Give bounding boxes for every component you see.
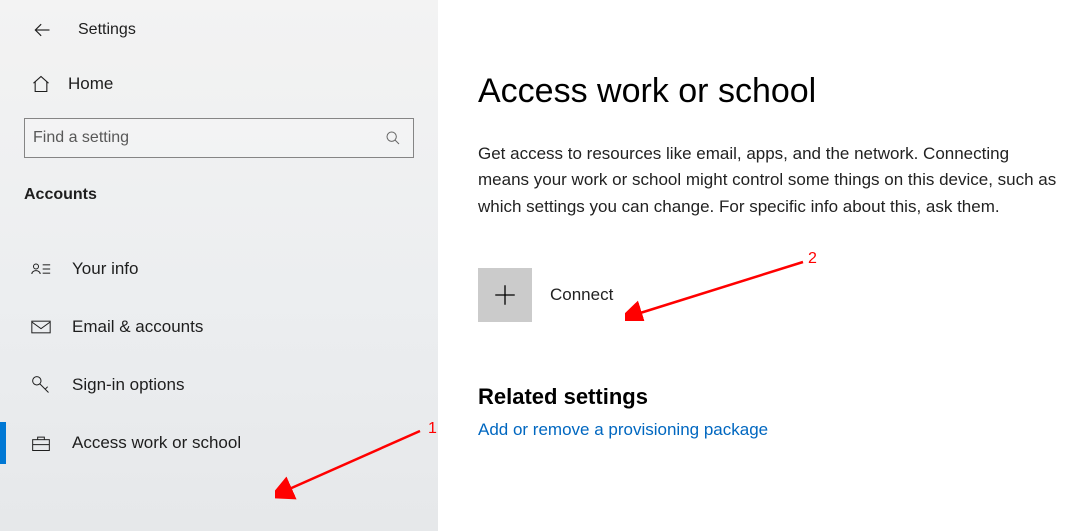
connect-block: Connect <box>478 268 1080 322</box>
search-input[interactable] <box>33 129 383 147</box>
settings-window: Settings Home Accounts <box>0 0 1080 531</box>
mail-icon <box>30 316 52 338</box>
search-box[interactable] <box>24 118 414 158</box>
sidebar-section-header: Accounts <box>0 158 438 204</box>
window-title: Settings <box>78 21 136 39</box>
person-card-icon <box>30 258 52 280</box>
home-icon <box>30 73 52 95</box>
briefcase-icon <box>30 432 52 454</box>
page-description: Get access to resources like email, apps… <box>478 141 1058 220</box>
sidebar-item-your-info[interactable]: Your info <box>0 240 438 298</box>
main-panel: Access work or school Get access to reso… <box>438 0 1080 531</box>
settings-sidebar: Settings Home Accounts <box>0 0 438 531</box>
sidebar-item-label: Email & accounts <box>72 317 203 337</box>
title-row: Settings <box>0 0 438 60</box>
provisioning-link[interactable]: Add or remove a provisioning package <box>478 420 768 440</box>
sidebar-item-email-accounts[interactable]: Email & accounts <box>0 298 438 356</box>
sidebar-item-label: Sign-in options <box>72 375 184 395</box>
search-icon <box>383 128 403 148</box>
sidebar-item-signin-options[interactable]: Sign-in options <box>0 356 438 414</box>
related-settings-heading: Related settings <box>478 384 1080 410</box>
connect-button[interactable] <box>478 268 532 322</box>
sidebar-nav: Your info Email & accounts <box>0 240 438 472</box>
sidebar-item-label: Access work or school <box>72 433 241 453</box>
sidebar-item-access-work-school[interactable]: Access work or school <box>0 414 438 472</box>
plus-icon <box>492 282 518 308</box>
sidebar-item-label: Your info <box>72 259 138 279</box>
back-button[interactable] <box>24 12 60 48</box>
home-button[interactable]: Home <box>0 60 438 108</box>
arrow-left-icon <box>32 20 52 40</box>
connect-label[interactable]: Connect <box>550 285 613 305</box>
page-title: Access work or school <box>478 72 1080 111</box>
key-icon <box>30 374 52 396</box>
home-label: Home <box>68 74 113 94</box>
